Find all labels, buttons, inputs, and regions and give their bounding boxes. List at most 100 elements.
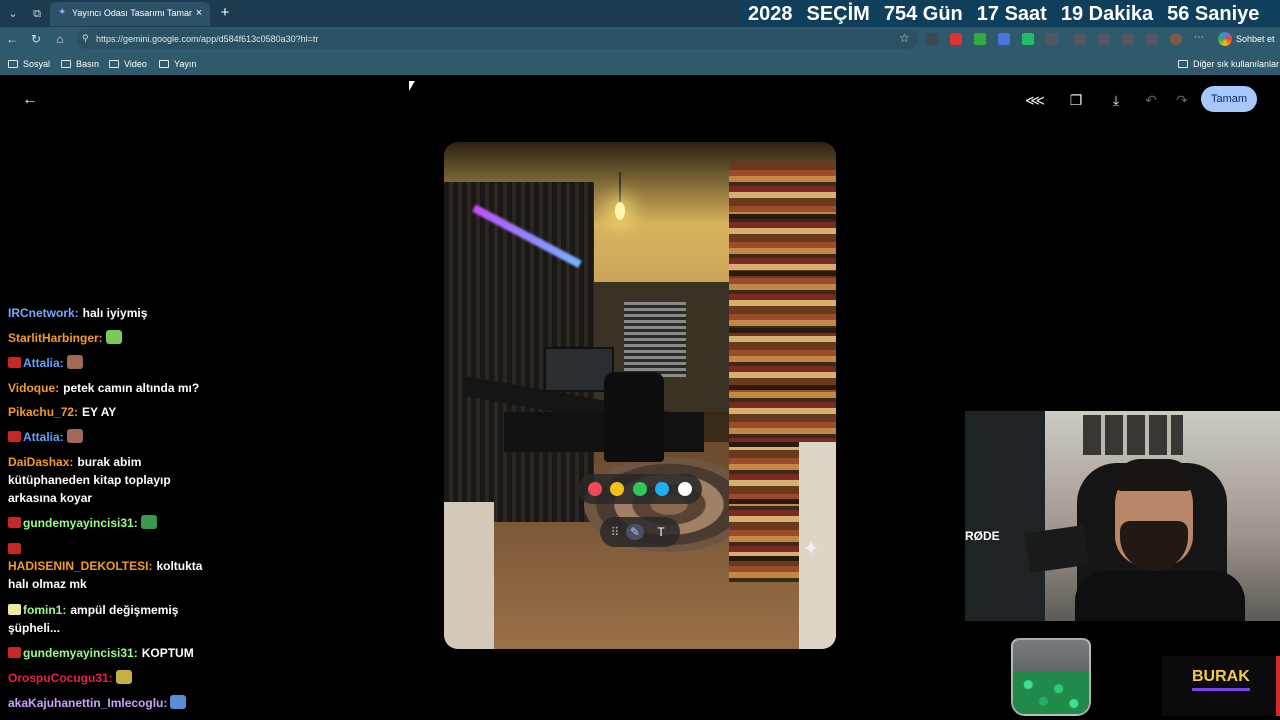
streamer-name-tag: BURAK: [1162, 656, 1280, 716]
chat-message: StarlitHarbinger:: [8, 329, 122, 347]
countdown-seconds: 56 Saniye: [1167, 3, 1260, 25]
color-palette: [578, 474, 702, 504]
workspaces-icon[interactable]: ⧉: [28, 5, 46, 23]
extension-icon[interactable]: [1022, 33, 1034, 45]
back-arrow-icon[interactable]: ←: [20, 90, 40, 110]
other-bookmarks-folder[interactable]: Diğer sık kullanılanlar: [1178, 57, 1279, 71]
undo-icon[interactable]: ↶: [1141, 90, 1161, 110]
countdown-hours: 17 Saat: [976, 3, 1047, 25]
election-countdown-banner: 2028 SEÇİM 754 Gün 17 Saat 19 Dakika 56 …: [740, 0, 1280, 29]
chat-text: halı olmaz mk: [8, 577, 87, 591]
profile-avatar[interactable]: [1170, 33, 1182, 45]
browser-tab-active[interactable]: ✦ Yayıncı Odası Tasarımı Tamamlandı ×: [50, 2, 210, 26]
cam-wall-frames: [1083, 415, 1183, 455]
chat-username[interactable]: akaKajuhanettin_Imlecoglu:: [8, 696, 167, 710]
donation-jar: [1011, 638, 1091, 716]
chat-text: halı iyiymiş: [82, 306, 148, 320]
countdown-label: SEÇİM: [806, 3, 870, 25]
cam-streamer-hair: [1115, 459, 1193, 491]
name-tag-edge: [1276, 656, 1280, 716]
chat-badge-icon: [8, 604, 21, 615]
tab-search-chevron-icon[interactable]: ⌄: [4, 5, 22, 23]
extensions-puzzle-icon[interactable]: [1046, 33, 1058, 45]
reload-icon[interactable]: ↻: [28, 31, 44, 47]
bookmark-folder-video[interactable]: Video: [109, 57, 147, 71]
edit-tool-bar: ⠿ ✎ T: [600, 517, 680, 547]
color-swatch-blue[interactable]: [655, 482, 669, 496]
bookmark-label: Basın: [76, 59, 100, 69]
bookmark-folder-yayin[interactable]: Yayın: [159, 57, 196, 71]
chat-username[interactable]: fomin1:: [23, 603, 66, 617]
chat-button-label: Sohbet et: [1236, 34, 1275, 44]
new-tab-button[interactable]: +: [216, 4, 234, 22]
chat-username[interactable]: StarlitHarbinger:: [8, 331, 103, 345]
folder-icon: [1178, 60, 1188, 68]
share-icon[interactable]: ⋘: [1025, 90, 1045, 110]
chat-badge-icon: [8, 647, 21, 658]
more-menu-icon[interactable]: ⋯: [1194, 33, 1206, 45]
chat-message: DaiDashax: burak abim: [8, 453, 141, 471]
bookmark-label: Sosyal: [23, 59, 51, 69]
chat-message: Pikachu_72: EY AY: [8, 403, 116, 421]
extension-icon[interactable]: [950, 33, 962, 45]
chat-message: IRCnetwork: halı iyiymiş: [8, 304, 147, 322]
chat-emote-icon: [66, 355, 83, 369]
done-button[interactable]: Tamam: [1201, 86, 1257, 112]
screenshot-icon[interactable]: [1146, 33, 1158, 45]
bookmark-folder-sosyal[interactable]: Sosyal: [8, 57, 50, 71]
url-field[interactable]: ⚲ https://gemini.google.com/app/d584f613…: [76, 29, 918, 49]
color-swatch-yellow[interactable]: [610, 482, 624, 496]
color-swatch-green[interactable]: [633, 482, 647, 496]
chat-username[interactable]: OrospuCocugu31:: [8, 671, 113, 685]
redo-icon[interactable]: ↷: [1172, 90, 1192, 110]
download-icon[interactable]: ⤓: [1106, 90, 1126, 110]
home-icon[interactable]: ⌂: [52, 31, 68, 47]
chat-username[interactable]: IRCnetwork:: [8, 306, 79, 320]
chat-username[interactable]: gundemyayincisi31:: [23, 516, 138, 530]
room-window-blind: [624, 302, 686, 377]
chat-message: halı olmaz mk: [8, 575, 87, 593]
tab-close-icon[interactable]: ×: [192, 6, 206, 20]
chat-username[interactable]: Pikachu_72:: [8, 405, 78, 419]
extension-icon[interactable]: [926, 33, 938, 45]
collections-icon[interactable]: [1122, 33, 1134, 45]
site-info-icon[interactable]: ⚲: [82, 33, 92, 45]
text-icon[interactable]: T: [652, 524, 670, 540]
room-light-bulb: [615, 202, 625, 220]
url-text: https://gemini.google.com/app/d584f613c0…: [96, 34, 319, 44]
bookmark-star-icon[interactable]: ☆: [899, 31, 910, 45]
chat-text: EY AY: [82, 405, 117, 419]
back-icon[interactable]: ←: [4, 31, 20, 47]
folder-icon: [159, 60, 169, 68]
extension-icon[interactable]: [998, 33, 1010, 45]
color-swatch-white[interactable]: [678, 482, 692, 496]
room-door-left: [444, 502, 494, 649]
chat-username[interactable]: Attalia:: [23, 430, 64, 444]
chat-username[interactable]: Attalia:: [23, 356, 64, 370]
chat-username[interactable]: Vidoque:: [8, 381, 59, 395]
pen-icon[interactable]: ✎: [626, 524, 644, 540]
chat-text: ampül değişmemiş: [70, 603, 179, 617]
tab-title: Yayıncı Odası Tasarımı Tamamlandı: [72, 8, 192, 18]
bookmark-folder-basin[interactable]: Basın: [61, 57, 99, 71]
chat-username[interactable]: gundemyayincisi31:: [23, 646, 138, 660]
extension-icon[interactable]: [974, 33, 986, 45]
countdown-days: 754 Gün: [883, 3, 963, 25]
cam-dark-wall: [965, 411, 1045, 621]
chat-message: HADISENIN_DEKOLTESI: koltukta: [8, 543, 202, 575]
chat-badge-icon: [8, 431, 21, 442]
countdown-minutes: 19 Dakika: [1060, 3, 1154, 25]
grid-handle-icon[interactable]: ⠿: [606, 524, 624, 540]
chat-emote-icon: [105, 330, 122, 344]
favorites-icon[interactable]: [1098, 33, 1110, 45]
split-view-icon[interactable]: [1074, 33, 1086, 45]
copilot-icon: [1218, 32, 1232, 46]
color-swatch-red[interactable]: [588, 482, 602, 496]
cam-streamer-body: [1075, 571, 1245, 621]
chat-emote-icon: [170, 695, 187, 709]
copy-icon[interactable]: ❐: [1066, 90, 1086, 110]
chat-text: KOPTUM: [141, 646, 194, 660]
chat-username[interactable]: HADISENIN_DEKOLTESI:: [8, 559, 152, 573]
copilot-chat-button[interactable]: Sohbet et: [1214, 30, 1278, 48]
chat-username[interactable]: DaiDashax:: [8, 455, 73, 469]
